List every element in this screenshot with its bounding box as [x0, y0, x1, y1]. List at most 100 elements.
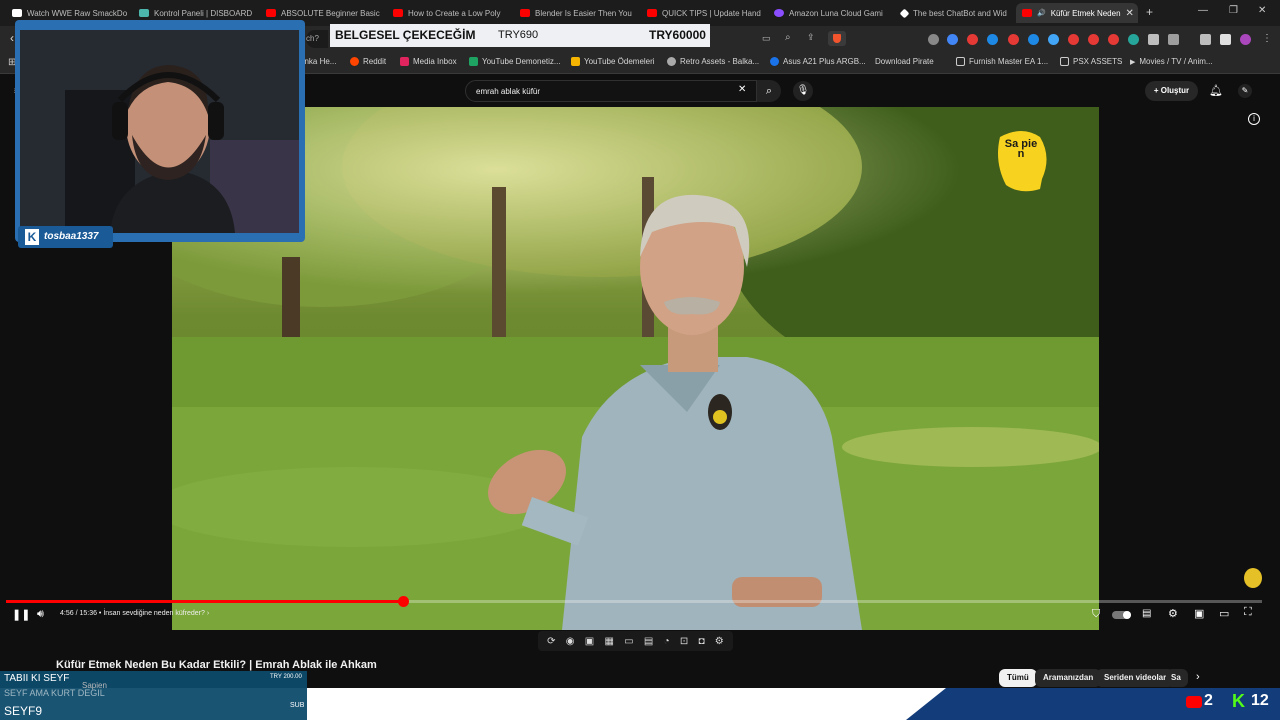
search-input[interactable]: emrah ablak küfür	[465, 80, 757, 102]
time-text: 4:56 / 15:36	[60, 610, 97, 617]
extension-icon[interactable]	[987, 34, 998, 45]
chip-series[interactable]: Seriden videolar	[1096, 669, 1175, 687]
sidebar-icon[interactable]	[1220, 34, 1231, 45]
maximize-icon[interactable]: ❐	[1229, 5, 1238, 16]
webcam-feed	[20, 30, 299, 233]
search-button[interactable]: ⌕	[757, 80, 781, 102]
share-icon[interactable]: ⇪	[807, 32, 815, 43]
extension-icon[interactable]	[1088, 34, 1099, 45]
progress-scrubber[interactable]	[397, 596, 409, 607]
bookmark-item[interactable]: YouTube Ödemeleri	[571, 57, 655, 66]
chevron-right-icon[interactable]: ›	[1196, 671, 1200, 683]
menu-icon[interactable]: ⋮	[1262, 33, 1272, 44]
bookmark-item[interactable]: Download Pirate	[875, 57, 934, 66]
microphone-button[interactable]: 🎙	[793, 81, 813, 101]
screenshot-icon[interactable]: ◘	[699, 636, 705, 647]
clip-icon[interactable]: ▦	[604, 636, 613, 647]
gear-icon[interactable]: ⚙	[715, 636, 724, 647]
create-button[interactable]: + Oluştur	[1145, 81, 1198, 101]
back-icon[interactable]: ‹	[10, 31, 14, 45]
info-icon[interactable]: i	[1248, 113, 1260, 125]
browser-tab-active[interactable]: 🔊 Küfür Etmek Neden ✕	[1016, 3, 1138, 23]
browser-tab[interactable]: How to Create a Low Poly	[387, 3, 513, 23]
video-scene	[172, 107, 1099, 630]
youtube-viewer-count: 2	[1204, 692, 1213, 709]
speed-icon[interactable]: ◔	[664, 636, 670, 647]
miniplayer-shield-icon[interactable]: ⛉	[1092, 608, 1100, 621]
tab-favicon-icon	[12, 9, 22, 17]
extension-icon[interactable]	[1068, 34, 1079, 45]
miniplayer-icon[interactable]: ▣	[1194, 607, 1204, 620]
bookmark-item[interactable]: Asus A21 Plus ARGB...	[770, 57, 866, 66]
channel-watermark: Sa pie n	[1004, 138, 1038, 160]
browser-tab[interactable]: The best ChatBot and Wid	[895, 3, 1015, 23]
bookmark-label: Furnish Master EA 1...	[969, 57, 1049, 66]
chip-from-search[interactable]: Aramanızdan	[1035, 669, 1102, 687]
extension-icon[interactable]	[1128, 34, 1139, 45]
media-icon[interactable]	[1200, 34, 1211, 45]
extension-icon[interactable]	[1008, 34, 1019, 45]
aspect-icon[interactable]: ▭	[624, 636, 633, 647]
extension-icon[interactable]	[1028, 34, 1039, 45]
theater-mode-icon[interactable]: ▭	[1219, 607, 1229, 620]
new-tab-icon[interactable]: +	[1146, 5, 1153, 19]
bookmark-item[interactable]: Media Inbox	[400, 57, 457, 66]
youtube-icon	[266, 9, 276, 17]
volume-icon[interactable]: 🔊︎	[37, 608, 44, 621]
audio-icon[interactable]: ◉	[566, 636, 575, 647]
subtitles-icon[interactable]: ▤	[1142, 608, 1151, 619]
bookmark-item[interactable]: PSX ASSETS	[1060, 57, 1122, 66]
bookmark-item[interactable]: anka He...	[300, 57, 336, 66]
screen-icon[interactable]: ▭	[762, 33, 771, 44]
chip-more[interactable]: Sa	[1166, 669, 1188, 687]
brave-shield-icon[interactable]	[828, 31, 846, 46]
account-avatar[interactable]: ✎	[1238, 84, 1252, 98]
video-title: Küfür Etmek Neden Bu Kadar Etkili? | Emr…	[56, 659, 377, 671]
browser-tab[interactable]: QUICK TIPS | Update Hand	[641, 3, 767, 23]
chip-all[interactable]: Tümü	[999, 669, 1037, 687]
url-field[interactable]: ch?v=M	[306, 30, 328, 48]
extension-icon[interactable]	[967, 34, 978, 45]
bookmark-item[interactable]: Retro Assets - Balka...	[667, 57, 759, 66]
chapter-title[interactable]: İnsan sevdiğine neden küfreder?	[103, 610, 205, 617]
youtube-icon	[520, 9, 530, 17]
browser-tab[interactable]: Blender Is Easier Then You	[514, 3, 640, 23]
clear-search-icon[interactable]: ✕	[738, 84, 746, 95]
video-frame[interactable]: Sa pie n	[172, 107, 1099, 630]
extension-icon[interactable]	[1168, 34, 1179, 45]
pause-icon[interactable]: ❚❚	[12, 608, 30, 621]
bookmark-item[interactable]: Furnish Master EA 1...	[956, 57, 1048, 66]
notification-bell-icon[interactable]: 🔔︎	[1209, 84, 1223, 97]
bookmark-item[interactable]: YouTube Demonetiz...	[469, 57, 561, 66]
profile-avatar[interactable]	[1240, 34, 1251, 45]
autoplay-toggle[interactable]	[1112, 611, 1131, 619]
fullscreen-icon[interactable]: ⛶	[1244, 606, 1252, 619]
close-window-icon[interactable]: ✕	[1258, 5, 1266, 16]
zoom-icon[interactable]: ⌕	[785, 32, 791, 43]
loop-icon[interactable]: ⟳	[547, 636, 555, 647]
puzzle-icon[interactable]	[1148, 34, 1159, 45]
extension-icon[interactable]	[928, 34, 939, 45]
donation-amount: TRY 200.00	[270, 674, 302, 680]
cinema-icon[interactable]: ▤	[644, 636, 653, 647]
video-progress-bar[interactable]	[6, 596, 1262, 607]
donation-message: SEYF AMA KURT DEGIL	[4, 688, 105, 698]
bookmark-label: Download Pirate	[875, 57, 934, 66]
extension-icon[interactable]	[1048, 34, 1059, 45]
settings-icon[interactable]: ⚙	[1168, 607, 1178, 620]
drive-icon	[571, 57, 580, 66]
close-tab-icon[interactable]: ✕	[1126, 8, 1134, 19]
webcam-image	[20, 30, 299, 233]
plus-icon: +	[1153, 86, 1161, 95]
browser-tab[interactable]: Amazon Luna Cloud Gami	[768, 3, 894, 23]
camera-icon[interactable]: ▣	[585, 636, 594, 647]
extension-icon[interactable]	[947, 34, 958, 45]
extension-icon[interactable]	[1108, 34, 1119, 45]
minimize-icon[interactable]: —	[1198, 5, 1208, 16]
channel-branding-icon[interactable]	[1244, 568, 1262, 588]
bookmark-item[interactable]: Reddit	[350, 57, 386, 66]
pip-icon[interactable]: ⊡	[680, 636, 688, 647]
bookmark-item[interactable]: ▶ Movies / TV / Anim...	[1130, 57, 1213, 66]
globe-icon	[667, 57, 676, 66]
time-display: 4:56 / 15:36 • İnsan sevdiğine neden küf…	[60, 610, 210, 617]
